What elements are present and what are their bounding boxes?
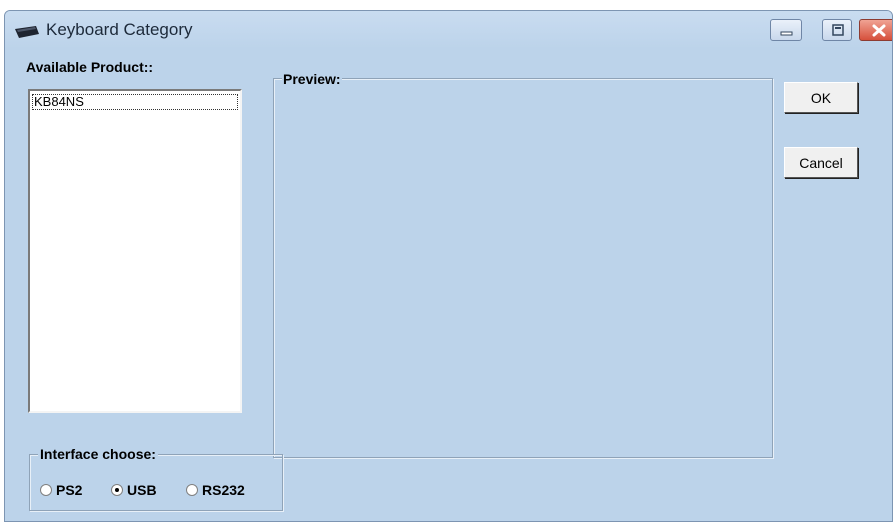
radio-ps2-circle[interactable] (40, 484, 52, 496)
radio-rs232[interactable]: RS232 (186, 482, 245, 498)
preview-group: Preview: (273, 71, 773, 458)
minimize-icon (780, 31, 793, 36)
preview-label: Preview: (282, 71, 342, 87)
close-button[interactable] (859, 19, 892, 41)
keyboard-icon (14, 24, 40, 38)
close-icon (872, 24, 886, 37)
maximize-icon (832, 24, 844, 36)
maximize-button[interactable] (822, 19, 852, 41)
interface-label: Interface choose: (38, 446, 158, 462)
keyboard-category-window: Keyboard Category Available Product:: KB… (4, 10, 893, 522)
window-title: Keyboard Category (46, 20, 193, 39)
interface-group: Interface choose: PS2 USB RS232 (29, 446, 283, 511)
minimize-button[interactable] (770, 19, 802, 41)
ok-button[interactable]: OK (784, 82, 858, 113)
available-product-label: Available Product:: (26, 59, 154, 75)
radio-ps2-label: PS2 (56, 482, 83, 498)
title-bar[interactable]: Keyboard Category (5, 11, 892, 49)
radio-rs232-label: RS232 (202, 482, 245, 498)
radio-usb-circle[interactable] (111, 484, 123, 496)
radio-usb-label: USB (127, 482, 157, 498)
cancel-button[interactable]: Cancel (784, 147, 858, 178)
radio-rs232-circle[interactable] (186, 484, 198, 496)
radio-usb[interactable]: USB (111, 482, 157, 498)
list-item[interactable]: KB84NS (32, 94, 238, 110)
product-listbox[interactable]: KB84NS (28, 89, 242, 413)
radio-ps2[interactable]: PS2 (40, 482, 82, 498)
